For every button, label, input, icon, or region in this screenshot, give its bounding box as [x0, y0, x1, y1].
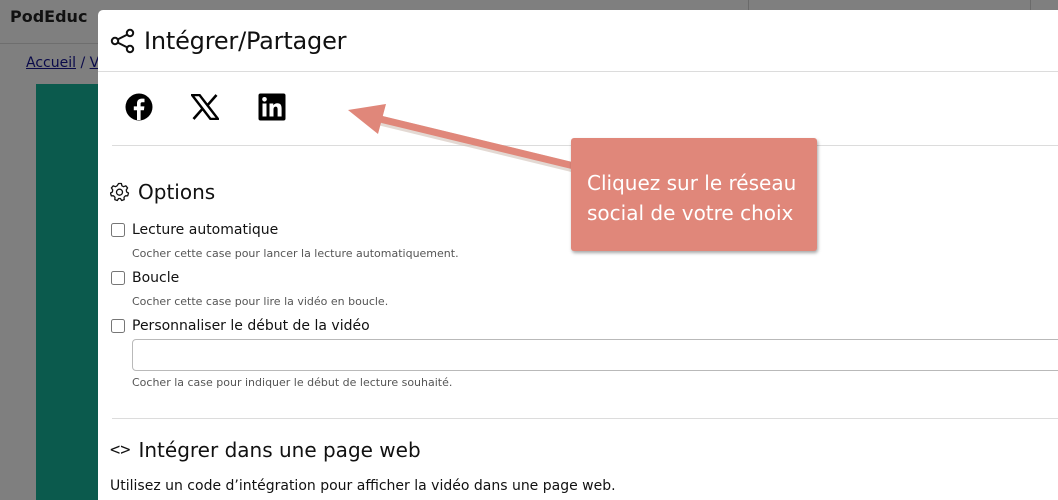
options-heading-text: Options: [138, 180, 216, 204]
loop-help: Cocher cette case pour lire la vidéo en …: [132, 295, 389, 308]
share-icon: [110, 28, 135, 53]
options-heading: Options: [110, 180, 215, 204]
breadcrumb: Accueil / V: [26, 55, 99, 71]
custom-start-help: Cocher la case pour indiquer le début de…: [132, 376, 453, 389]
start-time-input[interactable]: [132, 339, 1058, 371]
embed-heading-text: Intégrer dans une page web: [138, 438, 421, 462]
autoplay-label: Lecture automatique: [132, 222, 279, 238]
loop-option[interactable]: Boucle: [110, 270, 179, 286]
custom-start-checkbox[interactable]: [111, 319, 125, 333]
modal-title: Intégrer/Partager: [144, 26, 347, 55]
x-icon: [191, 94, 219, 120]
loop-checkbox[interactable]: [111, 271, 125, 285]
linkedin-icon: [258, 93, 286, 121]
gear-icon: [110, 182, 130, 202]
x-share-button[interactable]: [190, 92, 220, 122]
loop-label: Boucle: [132, 270, 180, 286]
brand-logo: PodEduc: [10, 7, 88, 26]
autoplay-checkbox[interactable]: [111, 223, 125, 237]
facebook-share-button[interactable]: [124, 92, 154, 122]
facebook-icon: [125, 93, 153, 121]
callout-line-2: social de votre choix: [587, 201, 794, 225]
code-icon: <>: [110, 440, 131, 460]
embed-heading: <> Intégrer dans une page web: [110, 438, 421, 462]
autoplay-help: Cocher cette case pour lancer la lecture…: [132, 247, 459, 260]
custom-start-label: Personnaliser le début de la vidéo: [132, 318, 370, 334]
custom-start-option[interactable]: Personnaliser le début de la vidéo: [110, 318, 370, 334]
autoplay-option[interactable]: Lecture automatique: [110, 222, 278, 238]
share-modal: Intégrer/Partager Options Lecture automa…: [98, 10, 1058, 500]
section-divider: [112, 418, 1058, 419]
breadcrumb-home-link[interactable]: Accueil: [26, 55, 76, 71]
annotation-callout: Cliquez sur le réseau social de votre ch…: [571, 138, 817, 251]
linkedin-share-button[interactable]: [257, 92, 287, 122]
callout-line-1: Cliquez sur le réseau: [587, 171, 797, 195]
embed-description: Utilisez un code d’intégration pour affi…: [110, 478, 616, 494]
breadcrumb-separator: /: [80, 55, 86, 71]
modal-header: Intégrer/Partager: [98, 10, 1058, 72]
